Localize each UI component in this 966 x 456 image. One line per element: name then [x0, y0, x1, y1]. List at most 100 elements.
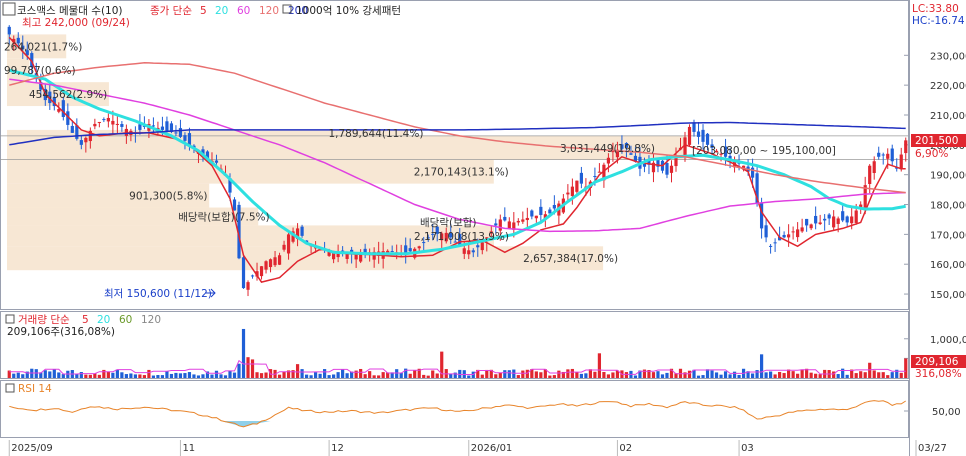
x-axis-label: 02	[619, 443, 632, 454]
volume-bar	[602, 372, 606, 378]
volume-bar	[341, 369, 345, 378]
volume-bar	[57, 372, 61, 378]
price-tick-label: 230,000	[930, 51, 966, 62]
candle-body	[106, 117, 110, 122]
high-price-label: 최고 242,000 (09/24)	[22, 17, 130, 29]
candle-body	[273, 257, 277, 266]
volume-bar	[723, 371, 728, 378]
volume-bar	[579, 373, 583, 378]
candle-body	[70, 125, 74, 133]
volume-bar	[890, 372, 894, 378]
volume-bar	[548, 375, 552, 378]
x-axis-label: 03	[741, 443, 754, 454]
volume-bar	[737, 374, 741, 378]
candle-body	[165, 121, 169, 131]
candle-body	[494, 223, 498, 226]
volume-bar	[534, 371, 538, 378]
volume-bar	[327, 375, 331, 378]
candle-body	[102, 119, 106, 121]
candle-body	[516, 220, 520, 223]
volume-bar	[88, 374, 92, 378]
candle-body	[701, 129, 705, 142]
price-tick-label: 180,000	[930, 201, 966, 212]
volume-bar	[467, 375, 471, 378]
volume-bar	[142, 375, 147, 378]
price-badge-text: 201,500	[915, 135, 958, 147]
volume-bar	[318, 373, 322, 378]
volume-bar	[525, 369, 529, 378]
candle-body	[593, 176, 597, 178]
stock-chart-window: 150,000160,000170,000180,000190,000200,0…	[0, 0, 966, 456]
volume-bar	[381, 372, 385, 378]
volume-bar	[151, 375, 156, 378]
candle-body	[160, 126, 165, 130]
candle-body	[904, 140, 908, 154]
volume-bar	[323, 369, 327, 378]
volume-bar	[241, 328, 246, 378]
volume-profile-label: 2,170,143(13.1%)	[414, 167, 509, 179]
volume-bar	[61, 374, 65, 378]
candle-body	[832, 216, 836, 228]
candle-body	[120, 124, 124, 127]
volume-bar	[282, 371, 286, 378]
volume-bar	[796, 373, 800, 378]
candle-body	[476, 245, 480, 248]
price-change-text: 6,90%	[915, 148, 948, 160]
volume-bar	[881, 372, 885, 378]
volume-bar	[606, 374, 611, 378]
candle-body	[687, 126, 692, 145]
candle-body	[97, 121, 101, 123]
candle-body	[232, 199, 237, 211]
volume-profile-label: 배당락(보합)(7.5%)	[178, 211, 269, 223]
x-axis-label: 11	[182, 443, 195, 454]
candle-body	[61, 100, 65, 117]
volume-bar	[768, 371, 773, 378]
volume-bar	[651, 372, 656, 378]
volume-profile-label: 2,171,008(13.9%)	[414, 231, 509, 243]
low-price-label: 최저 150,600 (11/12)	[104, 288, 212, 300]
volume-bar	[494, 374, 498, 378]
volume-tick-label: 1,000,000	[930, 335, 966, 346]
candle-body	[823, 218, 827, 221]
volume-bar	[228, 370, 232, 378]
volume-bar	[43, 370, 47, 378]
volume-profile-label: 901,300(5.8%)	[129, 191, 207, 203]
volume-bar	[93, 373, 97, 378]
volume-bar	[791, 371, 795, 378]
candle-body	[539, 206, 543, 215]
volume-bar	[102, 369, 106, 378]
volume-bar	[584, 373, 588, 378]
price-tick-label: 160,000	[930, 260, 966, 271]
candle-body	[899, 154, 903, 170]
volume-bar	[309, 375, 313, 378]
range-label: [203,080,00 ~ 195,100,00]	[692, 145, 836, 157]
volume-bar	[611, 372, 615, 378]
volume-bar	[354, 370, 358, 378]
candle-body	[768, 245, 773, 247]
candle-body	[115, 123, 119, 125]
candle-body	[606, 157, 611, 164]
candle-body	[480, 242, 484, 251]
candle-body	[818, 222, 822, 225]
volume-bar	[485, 369, 489, 378]
volume-bar	[557, 370, 561, 378]
volume-bar	[336, 372, 340, 378]
ma-period-120: 120	[259, 5, 279, 17]
volume-bar	[368, 371, 372, 378]
x-axis-label: 12	[331, 443, 344, 454]
candle-body	[881, 154, 885, 156]
candle-body	[250, 275, 255, 277]
volume-bar	[588, 369, 592, 378]
volume-bar	[503, 370, 507, 378]
volume-bar	[836, 374, 840, 378]
volume-bar	[593, 371, 597, 378]
candle-body	[750, 167, 755, 178]
volume-bar	[422, 374, 426, 378]
volume-bar	[854, 373, 858, 378]
volume-bar	[169, 373, 174, 378]
volume-bar	[413, 370, 417, 378]
volume-bar	[313, 372, 318, 378]
candle-body	[890, 148, 894, 162]
volume-bar	[435, 373, 439, 378]
candle-body	[814, 215, 818, 224]
